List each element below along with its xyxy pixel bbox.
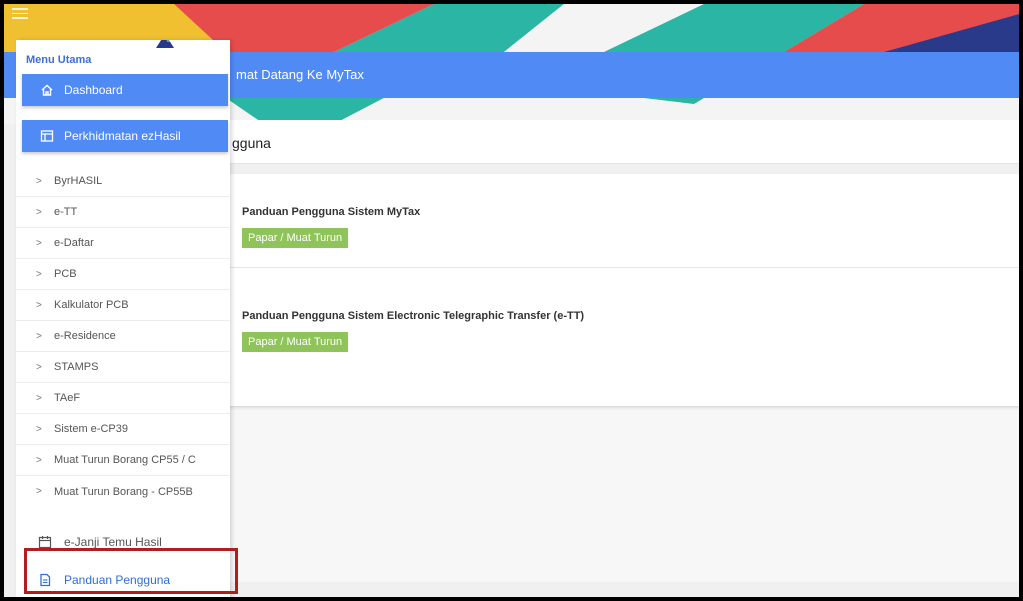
view-download-button[interactable]: Papar / Muat Turun [242,228,349,248]
chevron-right-icon: > [36,423,42,435]
chevron-right-icon: > [36,299,42,311]
document-title: Panduan Pengguna Sistem MyTax [242,206,421,218]
sidebar-item-ecp39[interactable]: > Sistem e-CP39 [16,414,230,445]
documents-card: Panduan Pengguna Sistem MyTax Papar / Mu… [226,174,1019,406]
chevron-right-icon: > [36,392,42,404]
sidebar-item-label: e-TT [54,206,78,218]
lower-panel [226,410,1019,582]
sidebar-item-edaftar[interactable]: > e-Daftar [16,228,230,259]
ejanji-label: e-Janji Temu Hasil [64,535,162,549]
sidebar-item-stamps[interactable]: > STAMPS [16,352,230,383]
chevron-right-icon: > [36,175,42,187]
sidebar-item-label: STAMPS [54,361,99,373]
document-row: Panduan Pengguna Sistem MyTax Papar / Mu… [226,174,1019,268]
page-title: gguna [232,135,271,151]
chevron-right-icon: > [36,486,42,497]
hamburger-menu-icon[interactable] [12,8,28,20]
sidebar-item-label: Muat Turun Borang - CP55B [54,485,193,498]
chevron-right-icon: > [36,237,42,249]
page-title-card [226,120,1019,164]
sidebar-item-taef[interactable]: > TAeF [16,383,230,414]
sidebar-item-cp55[interactable]: > Muat Turun Borang CP55 / C [16,445,230,476]
view-download-button[interactable]: Papar / Muat Turun [242,332,349,352]
sidebar-item-label: Sistem e-CP39 [54,423,128,435]
nav-list: > ByrHASIL > e-TT > e-Daftar > PCB > Kalkulat… [16,166,230,507]
sidebar-item-label: PCB [54,268,77,280]
sidebar-item-eresidence[interactable]: > e-Residence [16,321,230,352]
menu-heading: Menu Utama [26,54,92,66]
logo-icon [156,40,174,48]
dashboard-button[interactable]: Dashboard [22,74,228,106]
chevron-right-icon: > [36,330,42,342]
chevron-right-icon: > [36,361,42,373]
sidebar-item-label: e-Daftar [54,237,94,249]
sidebar-item-label: e-Residence [54,330,116,342]
sidebar-item-pcb[interactable]: > PCB [16,259,230,290]
document-icon [38,573,52,587]
calendar-icon [38,535,52,549]
logo [130,40,200,50]
sidebar-item-ett[interactable]: > e-TT [16,197,230,228]
document-row: Panduan Pengguna Sistem Electronic Teleg… [226,268,1019,406]
ezhasil-label: Perkhidmatan ezHasil [64,129,181,143]
document-title: Panduan Pengguna Sistem Electronic Teleg… [242,310,585,322]
sidebar-item-panduan[interactable]: Panduan Pengguna [16,564,230,596]
sidebar-item-label: ByrHASIL [54,175,103,187]
sidebar-item-label: Muat Turun Borang CP55 / C [54,454,196,466]
sidebar-item-label: TAeF [54,392,81,404]
panduan-label: Panduan Pengguna [64,573,171,587]
window-icon [40,129,54,143]
sidebar-item-byrhasil[interactable]: > ByrHASIL [16,166,230,197]
sidebar: Menu Utama Dashboard Perkhidmatan ezHasi… [16,40,230,597]
sidebar-item-label: Kalkulator PCB [54,299,129,311]
ezhasil-button[interactable]: Perkhidmatan ezHasil [22,120,228,152]
chevron-right-icon: > [36,268,42,280]
sidebar-item-ejanji[interactable]: e-Janji Temu Hasil [16,526,230,558]
app-frame: mat Datang Ke MyTax gguna Panduan Penggu… [4,4,1019,597]
welcome-text: mat Datang Ke MyTax [236,67,364,82]
sidebar-item-kalkulator-pcb[interactable]: > Kalkulator PCB [16,290,230,321]
home-icon [40,83,54,97]
chevron-right-icon: > [36,454,42,466]
chevron-right-icon: > [36,206,42,218]
dashboard-label: Dashboard [64,83,123,97]
sidebar-item-cp55b[interactable]: > Muat Turun Borang - CP55B [16,476,230,507]
